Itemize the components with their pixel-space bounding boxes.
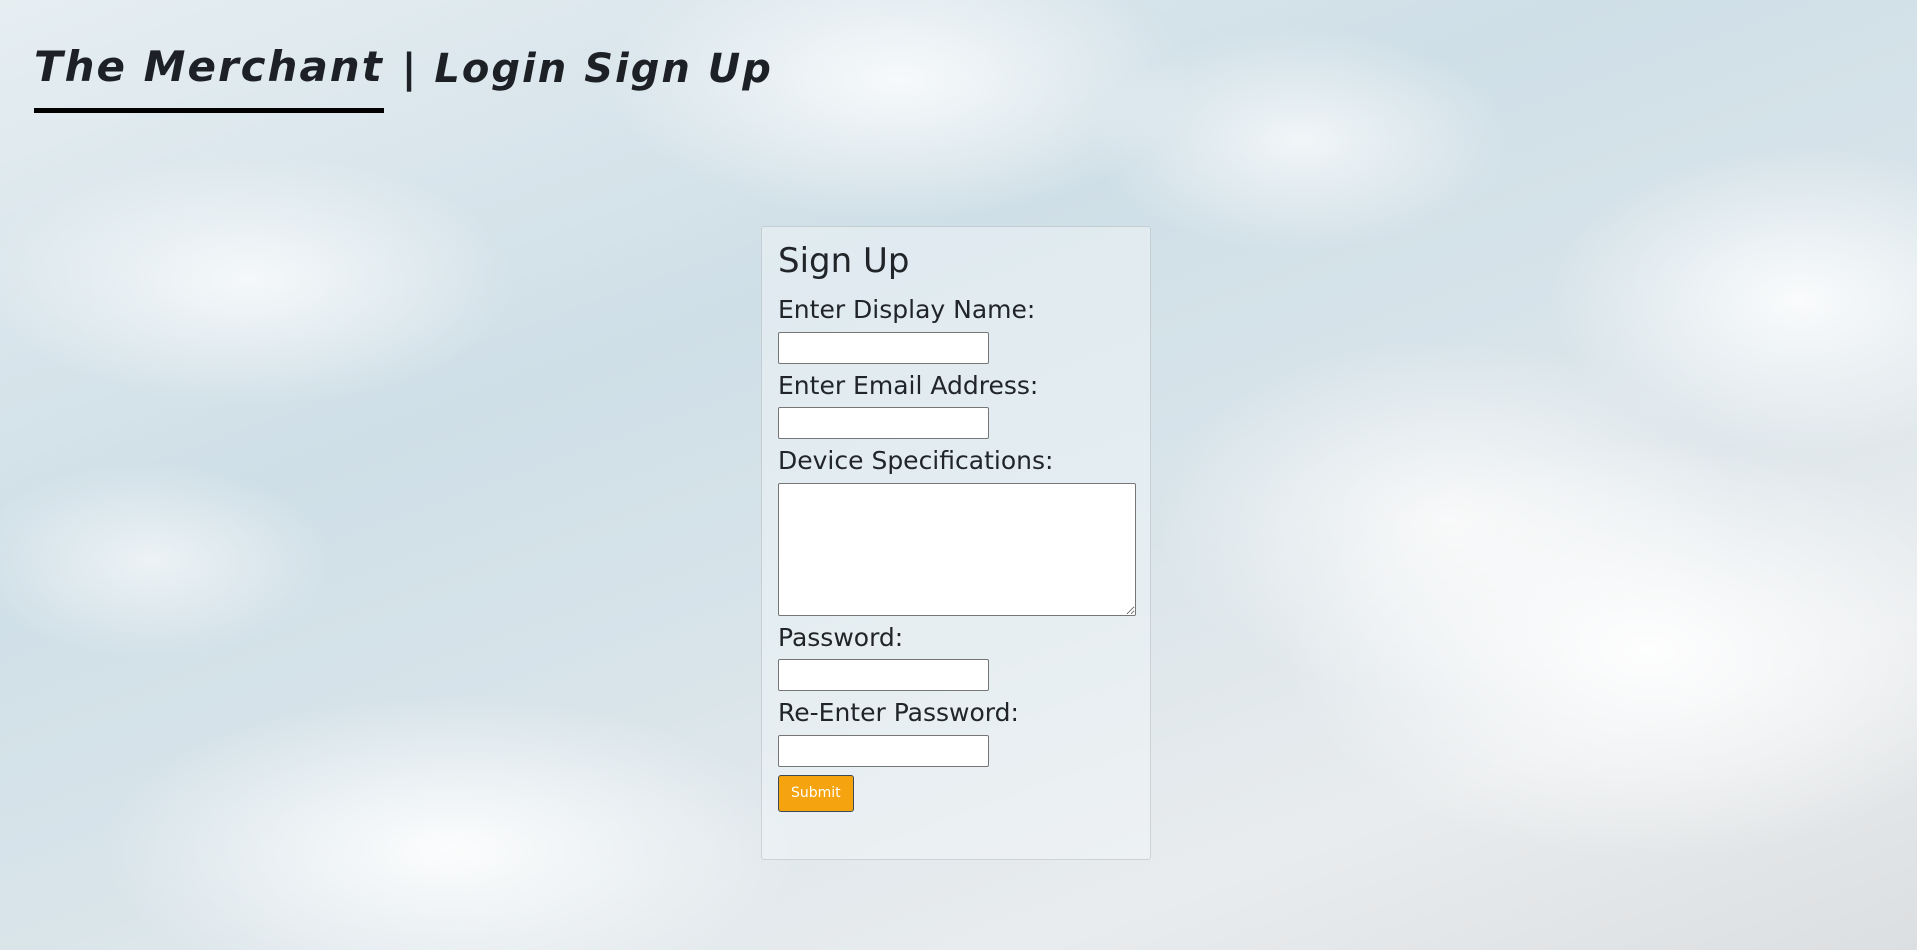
- password-label: Password:: [778, 622, 904, 652]
- reenter-password-label: Re-Enter Password:: [778, 698, 1019, 728]
- display-name-field[interactable]: [778, 331, 989, 364]
- display-name-label: Enter Display Name:: [778, 295, 1036, 325]
- header-nav: Login Sign Up: [434, 49, 772, 113]
- submit-button[interactable]: Submit: [778, 774, 854, 812]
- site-header: The Merchant | Login Sign Up: [34, 46, 773, 113]
- form-title: Sign Up: [778, 241, 910, 281]
- signup-form: Sign Up Enter Display Name: Enter Email …: [761, 226, 1151, 860]
- brand-title: The Merchant: [34, 46, 384, 113]
- email-field[interactable]: [778, 407, 989, 440]
- header-separator: |: [401, 46, 417, 92]
- nav-signup-link[interactable]: Sign Up: [584, 49, 773, 89]
- reenter-password-field[interactable]: [778, 734, 989, 767]
- device-specs-textarea[interactable]: [778, 482, 1136, 616]
- nav-login-link[interactable]: Login: [434, 49, 568, 89]
- email-label: Enter Email Address:: [778, 370, 1039, 400]
- password-field[interactable]: [778, 659, 989, 692]
- device-specs-label: Device Specifications:: [778, 446, 1054, 476]
